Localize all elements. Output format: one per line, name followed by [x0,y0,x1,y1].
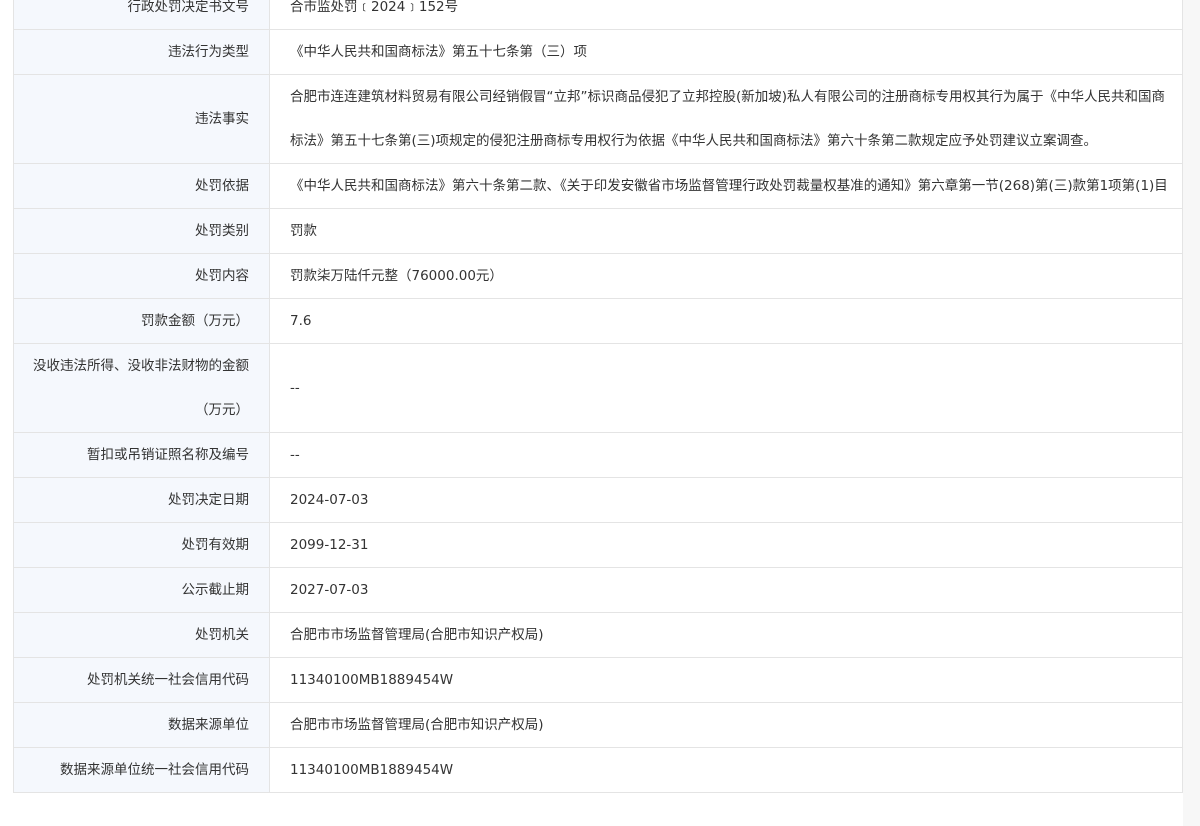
row-value-license-suspension: -- [269,432,1183,478]
row-label-violation-type: 违法行为类型 [13,29,270,75]
row-label-penalty-basis: 处罚依据 [13,163,270,209]
row-value-decision-number: 合市监处罚﹝2024﹞152号 [269,0,1183,30]
row-value-penalty-content: 罚款柒万陆仟元整（76000.00元） [269,253,1183,299]
row-value-validity-date: 2099-12-31 [269,522,1183,568]
row-label-publicity-deadline: 公示截止期 [13,567,270,613]
row-label-decision-number: 行政处罚决定书文号 [13,0,270,30]
row-value-violation-type: 《中华人民共和国商标法》第五十七条第（三）项 [269,29,1183,75]
row-value-confiscation-amount: -- [269,343,1183,433]
page-scroll-gutter [1183,0,1200,826]
row-label-fine-amount: 罚款金额（万元） [13,298,270,344]
table-row: 处罚类别 罚款 [13,208,1183,254]
table-row: 行政处罚决定书文号 合市监处罚﹝2024﹞152号 [13,0,1183,30]
table-row: 处罚机关 合肥市市场监督管理局(合肥市知识产权局) [13,612,1183,658]
row-label-source-credit-code: 数据来源单位统一社会信用代码 [13,747,270,793]
table-row: 公示截止期 2027-07-03 [13,567,1183,613]
row-label-violation-facts: 违法事实 [13,74,270,164]
row-value-authority-credit-code: 11340100MB1889454W [269,657,1183,703]
row-label-penalty-category: 处罚类别 [13,208,270,254]
row-value-data-source: 合肥市市场监督管理局(合肥市知识产权局) [269,702,1183,748]
row-label-authority-credit-code: 处罚机关统一社会信用代码 [13,657,270,703]
penalty-detail-container: 行政处罚决定书文号 合市监处罚﹝2024﹞152号 违法行为类型 《中华人民共和… [13,0,1183,793]
table-row: 没收违法所得、没收非法财物的金额（万元） -- [13,343,1183,433]
row-value-publicity-deadline: 2027-07-03 [269,567,1183,613]
row-value-penalty-category: 罚款 [269,208,1183,254]
table-row: 处罚依据 《中华人民共和国商标法》第六十条第二款、《关于印发安徽省市场监督管理行… [13,163,1183,209]
row-label-confiscation-amount: 没收违法所得、没收非法财物的金额（万元） [13,343,270,433]
row-label-validity-date: 处罚有效期 [13,522,270,568]
table-row: 数据来源单位统一社会信用代码 11340100MB1889454W [13,747,1183,793]
row-label-penalty-content: 处罚内容 [13,253,270,299]
table-row: 罚款金额（万元） 7.6 [13,298,1183,344]
row-label-decision-date: 处罚决定日期 [13,477,270,523]
table-row: 处罚有效期 2099-12-31 [13,522,1183,568]
row-value-violation-facts: 合肥市连连建筑材料贸易有限公司经销假冒“立邦”标识商品侵犯了立邦控股(新加坡)私… [269,74,1183,164]
table-row: 违法事实 合肥市连连建筑材料贸易有限公司经销假冒“立邦”标识商品侵犯了立邦控股(… [13,74,1183,164]
table-row: 处罚决定日期 2024-07-03 [13,477,1183,523]
row-value-penalty-authority: 合肥市市场监督管理局(合肥市知识产权局) [269,612,1183,658]
row-value-penalty-basis: 《中华人民共和国商标法》第六十条第二款、《关于印发安徽省市场监督管理行政处罚裁量… [269,163,1183,209]
row-label-data-source: 数据来源单位 [13,702,270,748]
table-row: 处罚内容 罚款柒万陆仟元整（76000.00元） [13,253,1183,299]
table-row: 违法行为类型 《中华人民共和国商标法》第五十七条第（三）项 [13,29,1183,75]
table-row: 数据来源单位 合肥市市场监督管理局(合肥市知识产权局) [13,702,1183,748]
row-value-fine-amount: 7.6 [269,298,1183,344]
table-row: 暂扣或吊销证照名称及编号 -- [13,432,1183,478]
row-value-decision-date: 2024-07-03 [269,477,1183,523]
penalty-detail-table: 行政处罚决定书文号 合市监处罚﹝2024﹞152号 违法行为类型 《中华人民共和… [13,0,1183,793]
row-label-license-suspension: 暂扣或吊销证照名称及编号 [13,432,270,478]
row-value-source-credit-code: 11340100MB1889454W [269,747,1183,793]
row-label-penalty-authority: 处罚机关 [13,612,270,658]
table-row: 处罚机关统一社会信用代码 11340100MB1889454W [13,657,1183,703]
